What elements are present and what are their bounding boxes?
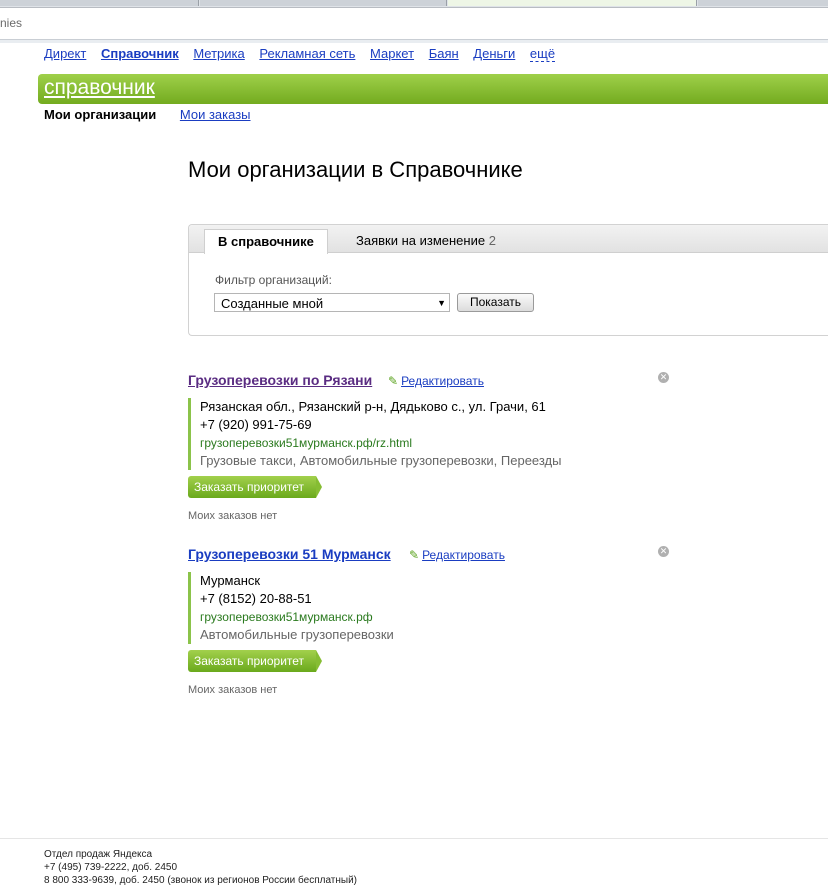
- pencil-icon: ✎: [409, 548, 420, 562]
- brand-logo-link[interactable]: справочник: [44, 76, 155, 100]
- order-priority-button[interactable]: Заказать приоритет: [188, 476, 323, 498]
- tab-bar: В справочнике Заявки на изменение 2: [189, 225, 828, 254]
- service-link-market[interactable]: Маркет: [370, 46, 414, 61]
- pencil-icon: ✎: [388, 374, 399, 388]
- subnav-my-organizations: Мои организации: [44, 107, 157, 122]
- organization-phone: +7 (920) 991-75-69: [200, 417, 312, 432]
- service-link-more[interactable]: ещё: [529, 46, 556, 62]
- tab-in-directory[interactable]: В справочнике: [204, 229, 328, 254]
- footer: Отдел продаж Яндекса +7 (495) 739-2222, …: [44, 848, 357, 887]
- page-title: Мои организации в Справочнике: [188, 157, 523, 182]
- filter-label: Фильтр организаций:: [215, 273, 332, 287]
- show-button[interactable]: Показать: [457, 293, 534, 312]
- organization-categories: Автомобильные грузоперевозки: [200, 627, 394, 642]
- brand-bar: справочник: [38, 74, 828, 104]
- dropdown-arrow-icon: ▼: [437, 298, 446, 308]
- edit-link[interactable]: ✎ Редактировать: [388, 374, 484, 388]
- filter-select-value: Созданные мной: [221, 296, 324, 311]
- organization-address: Мурманск: [200, 573, 261, 588]
- organization-categories: Грузовые такси, Автомобильные грузоперев…: [200, 453, 562, 468]
- sub-navigation: Мои организации Мои заказы: [44, 107, 251, 122]
- filter-select[interactable]: Созданные мной ▼: [214, 293, 450, 312]
- organization-name-link[interactable]: Грузоперевозки 51 Мурманск: [188, 546, 391, 562]
- service-link-metrika[interactable]: Метрика: [193, 46, 244, 61]
- browser-tab[interactable]: [698, 0, 828, 6]
- filter-panel: В справочнике Заявки на изменение 2 Филь…: [188, 224, 828, 336]
- toolbar-divider: [0, 40, 828, 43]
- order-priority-button[interactable]: Заказать приоритет: [188, 650, 323, 672]
- edit-link-label: Редактировать: [422, 548, 505, 562]
- footer-phone-free: 8 800 333-9639, доб. 2450 (звонок из рег…: [44, 875, 357, 886]
- services-nav: Директ Справочник Метрика Рекламная сеть…: [44, 46, 566, 62]
- address-text: nies: [0, 16, 23, 30]
- service-link-spravochnik[interactable]: Справочник: [101, 46, 179, 61]
- remove-icon[interactable]: ✕: [658, 372, 669, 383]
- orders-status: Моих заказов нет: [188, 684, 278, 696]
- organization-address: Рязанская обл., Рязанский р-н, Дядьково …: [200, 399, 546, 414]
- footer-phone-moscow: +7 (495) 739-2222, доб. 2450: [44, 862, 178, 873]
- organization-phone: +7 (8152) 20-88-51: [200, 591, 312, 606]
- address-bar[interactable]: nies: [0, 8, 828, 40]
- remove-icon[interactable]: ✕: [658, 546, 669, 557]
- browser-tab-strip: [0, 0, 828, 8]
- service-link-ad-network[interactable]: Рекламная сеть: [259, 46, 355, 61]
- orders-status: Моих заказов нет: [188, 510, 278, 522]
- service-link-bayan[interactable]: Баян: [429, 46, 459, 61]
- tab-change-requests[interactable]: Заявки на изменение 2: [356, 233, 496, 248]
- tab-change-requests-label: Заявки на изменение: [356, 233, 486, 248]
- footer-sales-department: Отдел продаж Яндекса: [44, 849, 153, 860]
- subnav-my-orders[interactable]: Мои заказы: [180, 107, 251, 122]
- browser-tab[interactable]: [0, 0, 199, 6]
- edit-link-label: Редактировать: [401, 374, 484, 388]
- organization-url: грузоперевозки51мурманск.рф/rz.html: [200, 436, 412, 450]
- service-link-direct[interactable]: Директ: [44, 46, 86, 61]
- tab-change-requests-count: 2: [488, 233, 496, 248]
- edit-link[interactable]: ✎ Редактировать: [409, 548, 505, 562]
- browser-tab-active[interactable]: [448, 0, 697, 6]
- browser-tab[interactable]: [200, 0, 447, 6]
- organization-url: грузоперевозки51мурманск.рф: [200, 610, 373, 624]
- organization-name-link[interactable]: Грузоперевозки по Рязани: [188, 372, 372, 388]
- organization-details: Мурманск +7 (8152) 20-88-51 грузоперевоз…: [188, 572, 394, 644]
- service-link-money[interactable]: Деньги: [473, 46, 515, 61]
- footer-divider: [0, 838, 828, 839]
- organization-details: Рязанская обл., Рязанский р-н, Дядьково …: [188, 398, 561, 470]
